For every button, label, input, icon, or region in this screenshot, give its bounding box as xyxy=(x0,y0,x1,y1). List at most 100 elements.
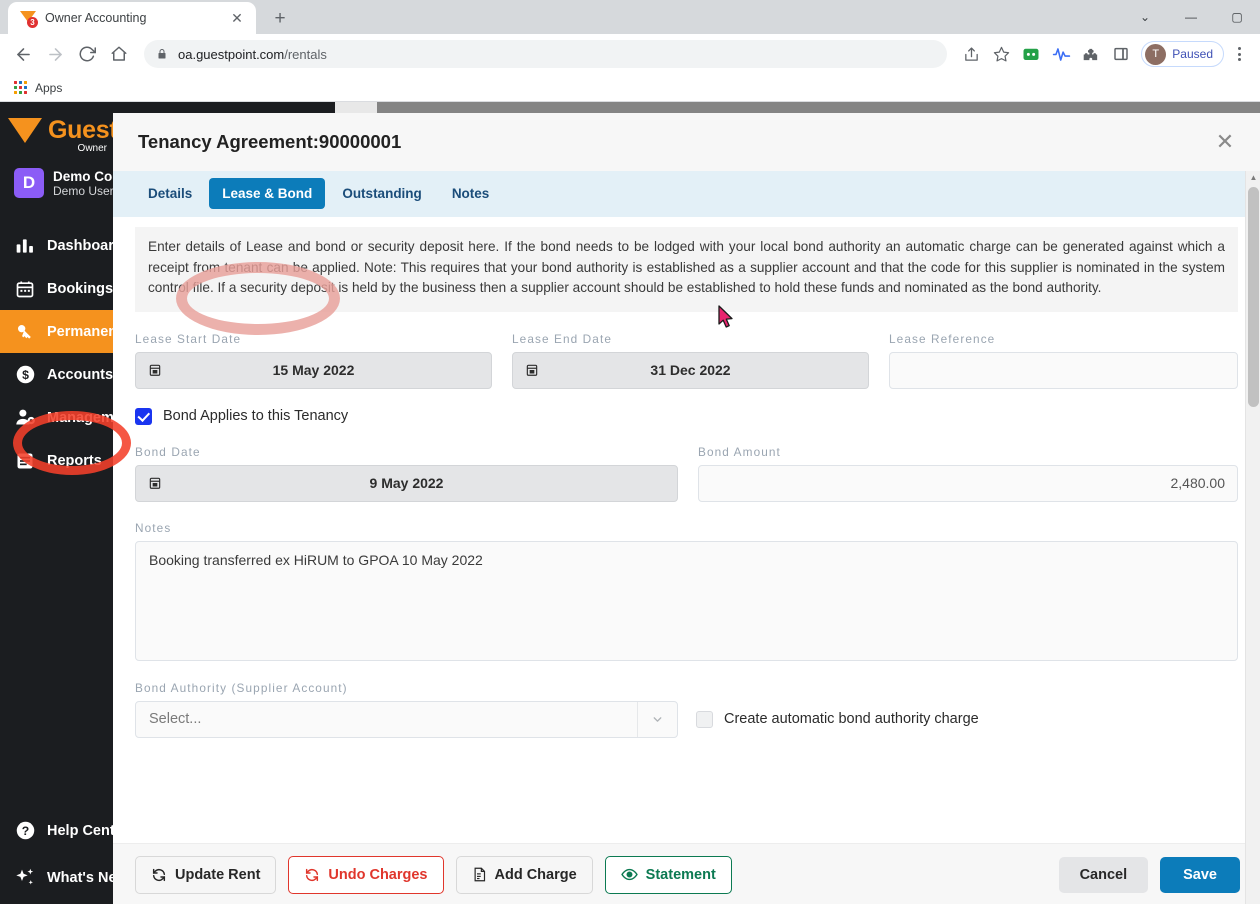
browser-menu-icon[interactable] xyxy=(1226,40,1252,68)
add-charge-label: Add Charge xyxy=(494,866,577,883)
browser-toolbar: oa.guestpoint.com/rentals T Paused xyxy=(0,34,1260,74)
update-rent-label: Update Rent xyxy=(175,866,261,883)
chevron-down-icon[interactable] xyxy=(637,701,677,737)
home-icon[interactable] xyxy=(104,39,134,69)
side-panel-icon[interactable] xyxy=(1107,40,1135,68)
back-icon[interactable] xyxy=(8,39,38,69)
bond-amount-input[interactable]: 2,480.00 xyxy=(698,464,1238,502)
refresh-icon xyxy=(151,867,167,883)
sparkle-icon xyxy=(14,867,36,889)
horizontal-scrollbar-thumb[interactable] xyxy=(335,102,377,113)
bond-authority-select[interactable]: Select... xyxy=(135,700,678,738)
cancel-button[interactable]: Cancel xyxy=(1058,856,1149,893)
sidebar-item-management[interactable]: Management xyxy=(0,396,113,439)
bond-amount-label: Bond Amount xyxy=(698,444,781,459)
profile-button[interactable]: T Paused xyxy=(1141,41,1224,67)
tab-lease-and-bond[interactable]: Lease & Bond xyxy=(209,178,326,209)
tenancy-agreement-modal: Tenancy Agreement:90000001 ✕ Details Lea… xyxy=(113,113,1260,904)
lease-reference-input[interactable] xyxy=(889,351,1238,389)
update-rent-button[interactable]: Update Rent xyxy=(135,855,277,894)
sidebar-item-label: Management xyxy=(47,409,113,426)
undo-charges-label: Undo Charges xyxy=(328,866,428,883)
close-icon[interactable]: ✕ xyxy=(1210,127,1240,157)
minimize-icon[interactable]: — xyxy=(1168,0,1214,34)
description-text: Enter details of Lease and bond or secur… xyxy=(135,227,1238,312)
lock-icon xyxy=(156,48,168,60)
lease-start-date-value: 15 May 2022 xyxy=(272,362,355,379)
modal-scrollbar-thumb[interactable] xyxy=(1248,187,1259,407)
lease-reference-label: Lease Reference xyxy=(889,331,996,346)
sidebar-item-permanent[interactable]: Permanent xyxy=(0,310,113,353)
page-content: Guest Owner D Demo Co Demo User Dashboar… xyxy=(0,102,1260,904)
refresh-icon xyxy=(304,867,320,883)
dates-row: Lease Start Date 15 May 2022 Lease End D… xyxy=(135,332,1238,389)
sidebar-item-accounts[interactable]: $ Accounts xyxy=(0,353,113,396)
sidebar-bottom-nav: ? Help Center What's New xyxy=(0,807,113,904)
bond-date-label: Bond Date xyxy=(135,444,201,459)
bond-date-input[interactable]: 9 May 2022 xyxy=(135,464,678,502)
sidebar-item-label: Help Center xyxy=(47,822,113,839)
horizontal-scrollbar-track[interactable] xyxy=(377,102,1260,113)
extension-green-icon[interactable] xyxy=(1017,40,1045,68)
lease-end-date-value: 31 Dec 2022 xyxy=(650,362,731,379)
address-bar[interactable]: oa.guestpoint.com/rentals xyxy=(144,40,948,68)
sidebar-item-whats-new[interactable]: What's New xyxy=(0,854,113,901)
modal-header: Tenancy Agreement:90000001 ✕ xyxy=(113,113,1260,171)
favicon-badge: 3 xyxy=(27,16,38,28)
collapse-icon[interactable]: ⌄ xyxy=(1122,0,1168,34)
share-icon[interactable] xyxy=(957,40,985,68)
auto-charge-row[interactable]: Create automatic bond authority charge xyxy=(696,710,979,728)
sidebar-item-reports[interactable]: Reports xyxy=(0,439,113,482)
notes-section: Notes Booking transferred ex HiRUM to GP… xyxy=(135,521,1238,661)
user-avatar: D xyxy=(14,168,44,198)
horizontal-scrollbar[interactable] xyxy=(113,102,1260,113)
sidebar-item-label: Reports xyxy=(47,452,102,469)
undo-charges-button[interactable]: Undo Charges xyxy=(288,855,444,894)
avatar: T xyxy=(1145,43,1167,65)
modal-vertical-scrollbar[interactable]: ▲ xyxy=(1245,171,1260,904)
bond-row: Bond Date 9 May 2022 Bond Amount 2,480.0… xyxy=(135,445,1238,502)
calendar-icon xyxy=(14,278,36,300)
bond-applies-row[interactable]: Bond Applies to this Tenancy xyxy=(135,407,1238,425)
maximize-icon[interactable]: ▢ xyxy=(1214,0,1260,34)
lease-end-date-input[interactable]: 31 Dec 2022 xyxy=(512,351,869,389)
tab-notes[interactable]: Notes xyxy=(439,178,503,209)
sidebar-item-label: Accounts xyxy=(47,366,113,383)
reload-icon[interactable] xyxy=(72,39,102,69)
svg-text:$: $ xyxy=(22,368,29,382)
sidebar-user[interactable]: D Demo Co Demo User xyxy=(0,154,113,212)
auto-charge-checkbox[interactable] xyxy=(696,710,713,728)
forward-icon[interactable] xyxy=(40,39,70,69)
bookmark-star-icon[interactable] xyxy=(987,40,1015,68)
bond-applies-label: Bond Applies to this Tenancy xyxy=(163,408,349,425)
save-button[interactable]: Save xyxy=(1160,856,1240,893)
apps-bookmark-label[interactable]: Apps xyxy=(35,81,62,95)
tab-details[interactable]: Details xyxy=(135,178,205,209)
statement-button[interactable]: Statement xyxy=(604,855,732,894)
browser-tab[interactable]: 3 Owner Accounting ✕ xyxy=(8,2,256,34)
apps-grid-icon xyxy=(14,81,27,94)
extension-waveform-icon[interactable] xyxy=(1047,40,1075,68)
modal-body: Enter details of Lease and bond or secur… xyxy=(113,217,1260,843)
favicon-icon: 3 xyxy=(20,10,38,28)
sidebar-item-dashboard[interactable]: Dashboard xyxy=(0,224,113,267)
sidebar-item-help-center[interactable]: ? Help Center xyxy=(0,807,113,854)
add-charge-button[interactable]: Add Charge xyxy=(455,855,593,894)
bond-applies-checkbox[interactable] xyxy=(135,407,152,425)
tab-outstanding[interactable]: Outstanding xyxy=(329,178,435,209)
close-tab-icon[interactable]: ✕ xyxy=(228,9,246,27)
sidebar-item-bookings[interactable]: Bookings xyxy=(0,267,113,310)
lease-start-date-label: Lease Start Date xyxy=(135,331,242,346)
page-title: Tenancy Agreement:90000001 xyxy=(138,131,402,152)
extensions-puzzle-icon[interactable] xyxy=(1077,40,1105,68)
notes-textarea[interactable]: Booking transferred ex HiRUM to GPOA 10 … xyxy=(135,540,1238,661)
new-tab-button[interactable]: + xyxy=(266,4,294,32)
window-controls: ⌄ — ▢ xyxy=(1122,0,1260,34)
brand-triangle-icon xyxy=(8,118,42,143)
lease-start-date-input[interactable]: 15 May 2022 xyxy=(135,351,492,389)
bar-chart-icon xyxy=(14,235,36,257)
scroll-up-arrow-icon[interactable]: ▲ xyxy=(1246,173,1260,183)
invoice-icon xyxy=(472,866,487,883)
user-gear-icon xyxy=(14,407,36,429)
user-role: Demo User xyxy=(53,183,113,198)
